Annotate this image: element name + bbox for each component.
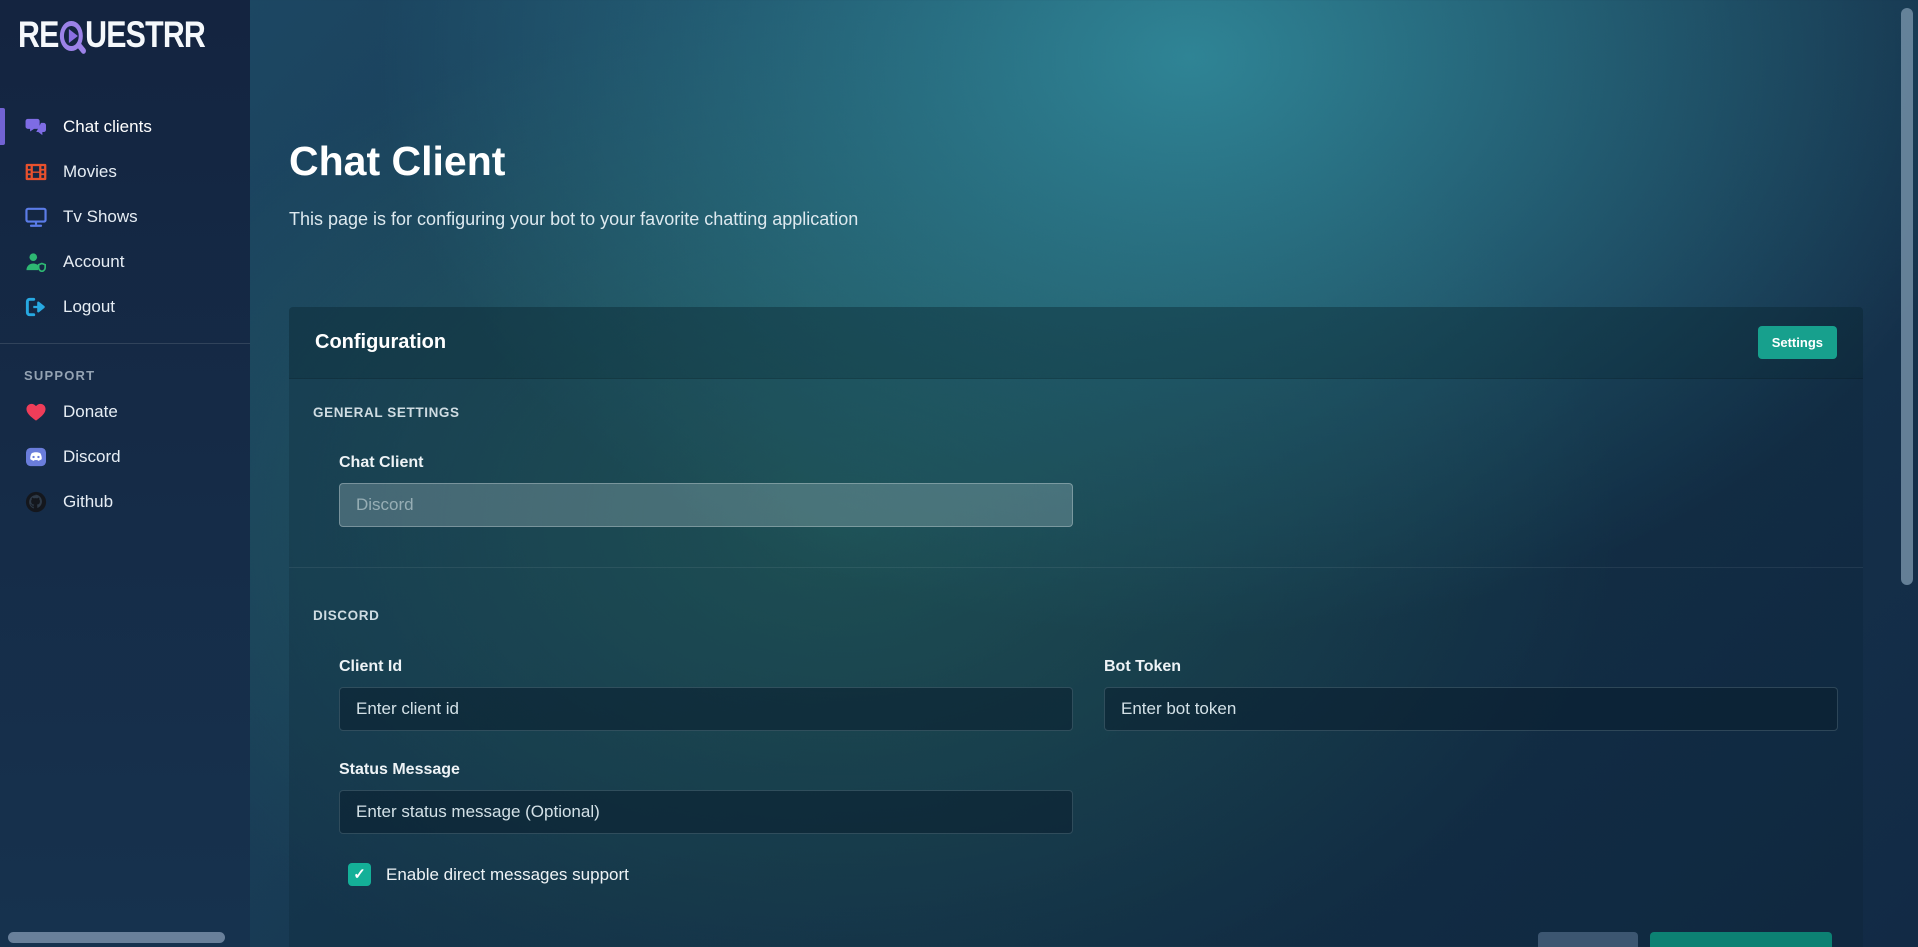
dm-support-row: ✓ Enable direct messages support — [339, 863, 1073, 886]
checkmark-icon: ✓ — [353, 867, 366, 882]
general-settings-header: GENERAL SETTINGS — [313, 405, 1839, 420]
sidebar: RE UESTRR Chat clients Movies Tv Shows Ac… — [0, 0, 250, 947]
chat-client-select[interactable] — [339, 483, 1073, 527]
sidebar-item-label: Discord — [63, 447, 121, 467]
page-title: Chat Client — [289, 138, 1863, 185]
horizontal-scrollbar-thumb[interactable] — [8, 932, 225, 943]
primary-action-button[interactable] — [1650, 932, 1832, 947]
configuration-panel: Configuration Settings GENERAL SETTINGS … — [289, 307, 1863, 947]
heart-icon — [24, 402, 48, 422]
sidebar-divider — [0, 343, 250, 344]
bot-token-field-group: Bot Token — [1104, 658, 1838, 731]
client-id-field-group: Client Id — [339, 658, 1073, 731]
sidebar-item-github[interactable]: Github — [0, 479, 250, 524]
sidebar-item-label: Github — [63, 492, 113, 512]
dm-support-label: Enable direct messages support — [386, 865, 629, 885]
sidebar-item-label: Movies — [63, 162, 117, 182]
sidebar-item-label: Tv Shows — [63, 207, 138, 227]
logout-arrow-icon — [24, 297, 48, 317]
sidebar-item-donate[interactable]: Donate — [0, 389, 250, 434]
client-id-input[interactable] — [339, 687, 1073, 731]
logo-text-uestrr: UESTRR — [85, 14, 205, 56]
logo-play-search-icon — [60, 21, 83, 51]
tv-monitor-icon — [24, 207, 48, 227]
settings-button[interactable]: Settings — [1758, 326, 1837, 359]
discord-logo-icon — [24, 447, 48, 467]
status-message-label: Status Message — [339, 761, 1073, 779]
bot-token-input[interactable] — [1104, 687, 1838, 731]
page-subtitle: This page is for configuring your bot to… — [289, 206, 1863, 233]
panel-header: Configuration Settings — [289, 307, 1863, 379]
support-section-header: SUPPORT — [24, 368, 250, 383]
general-settings-section: GENERAL SETTINGS Chat Client — [289, 379, 1863, 527]
sidebar-item-tv-shows[interactable]: Tv Shows — [0, 194, 250, 239]
sidebar-item-label: Account — [63, 252, 124, 272]
vertical-scrollbar-thumb[interactable] — [1901, 8, 1913, 585]
sidebar-item-chat-clients[interactable]: Chat clients — [0, 104, 250, 149]
bot-token-label: Bot Token — [1104, 658, 1838, 676]
logo-text-re: RE — [18, 14, 59, 56]
panel-title: Configuration — [315, 331, 446, 354]
user-shield-icon — [24, 252, 48, 272]
sidebar-item-movies[interactable]: Movies — [0, 149, 250, 194]
discord-section: DISCORD Client Id Bot Token Status Messa… — [289, 568, 1863, 886]
sidebar-item-label: Logout — [63, 297, 115, 317]
sidebar-item-account[interactable]: Account — [0, 239, 250, 284]
film-icon — [24, 163, 48, 181]
status-message-input[interactable] — [339, 790, 1073, 834]
discord-header: DISCORD — [313, 608, 1839, 623]
github-logo-icon — [24, 491, 48, 513]
sidebar-item-label: Donate — [63, 402, 118, 422]
panel-body: GENERAL SETTINGS Chat Client DISCORD Cli… — [289, 379, 1863, 947]
sidebar-nav: Chat clients Movies Tv Shows Account Log… — [0, 104, 250, 329]
chat-client-label: Chat Client — [339, 454, 1073, 472]
status-message-field-group: Status Message — [339, 761, 1073, 834]
sidebar-item-logout[interactable]: Logout — [0, 284, 250, 329]
main-content: Chat Client This page is for configuring… — [250, 0, 1918, 947]
chat-bubbles-icon — [24, 117, 48, 137]
dm-support-checkbox[interactable]: ✓ — [348, 863, 371, 886]
sidebar-item-label: Chat clients — [63, 117, 152, 137]
logo[interactable]: RE UESTRR — [0, 0, 205, 56]
chat-client-field-group: Chat Client — [339, 454, 1073, 527]
sidebar-item-discord[interactable]: Discord — [0, 434, 250, 479]
client-id-label: Client Id — [339, 658, 1073, 676]
secondary-action-button[interactable] — [1538, 932, 1638, 947]
